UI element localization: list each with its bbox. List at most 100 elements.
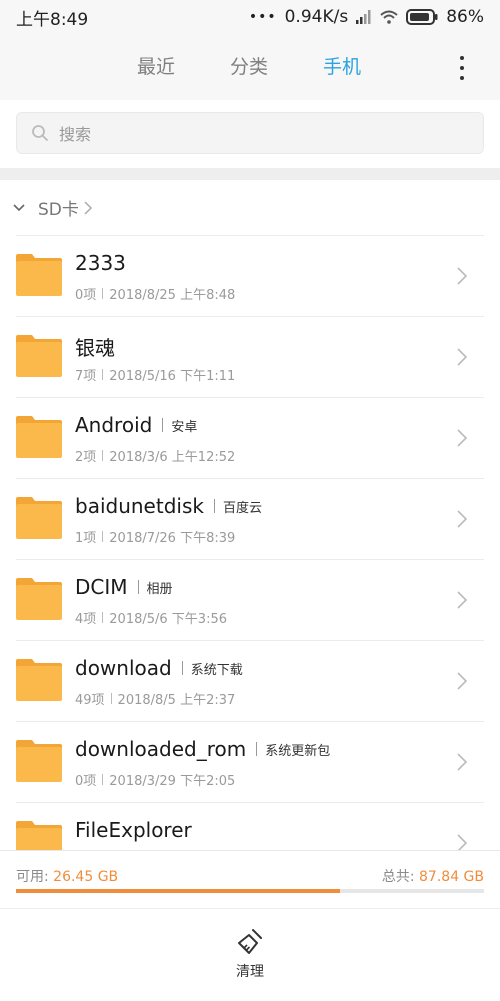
item-title: baidunetdisk 百度云 — [75, 494, 262, 518]
breadcrumb[interactable]: SD卡 — [0, 180, 500, 235]
total-label: 总共: — [381, 869, 415, 885]
item-date: 2018/5/6 下午3:56 — [109, 612, 227, 627]
tab-recent[interactable]: 最近 — [137, 52, 175, 79]
folder-icon — [16, 416, 62, 458]
wifi-icon — [380, 10, 398, 24]
section-divider — [0, 168, 500, 180]
tab-phone[interactable]: 手机 — [323, 52, 361, 79]
tab-category[interactable]: 分类 — [230, 52, 268, 79]
storage-available: 可用: 26.45 GB — [16, 866, 118, 886]
chevron-down-icon[interactable] — [12, 203, 26, 213]
status-time: 上午8:49 — [16, 9, 89, 30]
divider — [102, 369, 104, 380]
available-value: 26.45 GB — [53, 869, 119, 885]
folder-icon — [16, 821, 62, 850]
item-meta: 0项 2018/8/25 上午8:48 — [75, 284, 235, 303]
folder-icon — [16, 335, 62, 377]
item-meta: 49项 2018/8/5 上午2:37 — [75, 689, 235, 708]
item-name: DCIM — [75, 575, 128, 599]
list-item[interactable]: FileExplorer — [16, 803, 484, 850]
chevron-right-icon — [457, 267, 468, 285]
item-count: 0项 — [75, 288, 97, 303]
item-count: 2项 — [75, 450, 97, 465]
item-tag: 安卓 — [171, 419, 198, 435]
item-meta: 2项 2018/3/6 上午12:52 — [75, 446, 235, 465]
item-count: 0项 — [75, 774, 97, 789]
chevron-right-icon — [84, 200, 92, 215]
chevron-right-icon — [457, 348, 468, 366]
list-item[interactable]: DCIM 相册 4项 2018/5/6 下午3:56 — [16, 560, 484, 641]
status-icons: ••• 0.94K/s 86% — [249, 7, 484, 27]
search-placeholder: 搜索 — [59, 125, 92, 144]
storage-total: 总共: 87.84 GB — [382, 866, 484, 886]
list-item[interactable]: 2333 0项 2018/8/25 上午8:48 — [16, 236, 484, 317]
total-value: 87.84 GB — [419, 869, 484, 885]
divider — [256, 742, 258, 756]
item-count: 1项 — [75, 531, 97, 546]
item-name: FileExplorer — [75, 818, 192, 842]
list-item[interactable]: 银魂 7项 2018/5/16 下午1:11 — [16, 317, 484, 398]
chevron-right-icon — [457, 429, 468, 447]
folder-icon — [16, 659, 62, 701]
broom-icon — [238, 929, 262, 954]
folder-icon — [16, 740, 62, 782]
list-item[interactable]: baidunetdisk 百度云 1项 2018/7/26 下午8:39 — [16, 479, 484, 560]
item-title: Android 安卓 — [75, 413, 197, 437]
available-label: 可用: — [16, 869, 49, 885]
item-tag: 相册 — [146, 581, 173, 597]
list-item[interactable]: downloaded_rom 系统更新包 0项 2018/3/29 下午2:05 — [16, 722, 484, 803]
header: 最近 分类 手机 — [0, 34, 500, 100]
item-count: 49项 — [75, 693, 105, 708]
chevron-right-icon — [457, 672, 468, 690]
chevron-right-icon — [457, 834, 468, 850]
item-date: 2018/8/25 上午8:48 — [109, 288, 236, 303]
clean-button[interactable]: 清理 — [210, 927, 290, 987]
signal-icon — [356, 10, 371, 24]
battery-icon — [406, 9, 438, 25]
item-title: 2333 — [75, 251, 126, 275]
folder-icon — [16, 254, 62, 296]
search-input[interactable]: 搜索 — [16, 112, 484, 154]
status-bar: 上午8:49 ••• 0.94K/s 86% — [0, 0, 500, 34]
divider — [102, 288, 104, 299]
item-meta: 4项 2018/5/6 下午3:56 — [75, 608, 227, 627]
more-vertical-icon[interactable] — [454, 56, 470, 80]
list-item[interactable]: download 系统下载 49项 2018/8/5 上午2:37 — [16, 641, 484, 722]
chevron-right-icon — [457, 753, 468, 771]
divider — [181, 661, 183, 675]
folder-icon — [16, 497, 62, 539]
item-meta: 0项 2018/3/29 下午2:05 — [75, 770, 235, 789]
bottom-bar: 清理 — [0, 908, 500, 1001]
divider — [162, 418, 164, 432]
divider — [102, 612, 104, 623]
chevron-right-icon — [457, 510, 468, 528]
file-list: 2333 0项 2018/8/25 上午8:48 银魂 7项 2018/5/16 下午1:… — [0, 236, 500, 850]
item-tag: 百度云 — [222, 500, 262, 516]
item-title: DCIM 相册 — [75, 575, 173, 599]
divider — [102, 531, 104, 542]
item-date: 2018/7/26 下午8:39 — [109, 531, 236, 546]
item-name: 2333 — [75, 251, 126, 275]
storage-summary: 可用: 26.45 GB 总共: 87.84 GB — [0, 850, 500, 909]
storage-bar-fill — [16, 889, 341, 893]
item-title: FileExplorer — [75, 818, 192, 842]
divider — [102, 774, 104, 785]
item-date: 2018/5/16 下午1:11 — [109, 369, 236, 384]
item-title: download 系统下载 — [75, 656, 243, 680]
clean-label: 清理 — [236, 964, 264, 980]
item-name: download — [75, 656, 172, 680]
network-speed: 0.94K/s — [284, 7, 349, 27]
search-area: 搜索 — [0, 100, 500, 168]
list-item[interactable]: Android 安卓 2项 2018/3/6 上午12:52 — [16, 398, 484, 479]
divider — [137, 580, 139, 594]
item-name: baidunetdisk — [75, 494, 204, 518]
storage-bar — [16, 889, 484, 893]
item-tag: 系统下载 — [190, 662, 243, 678]
battery-percent: 86% — [446, 7, 484, 27]
folder-icon — [16, 578, 62, 620]
item-date: 2018/3/6 上午12:52 — [109, 450, 236, 465]
item-count: 4项 — [75, 612, 97, 627]
dots-icon: ••• — [248, 9, 277, 25]
breadcrumb-label[interactable]: SD卡 — [38, 195, 79, 220]
item-date: 2018/3/29 下午2:05 — [109, 774, 236, 789]
